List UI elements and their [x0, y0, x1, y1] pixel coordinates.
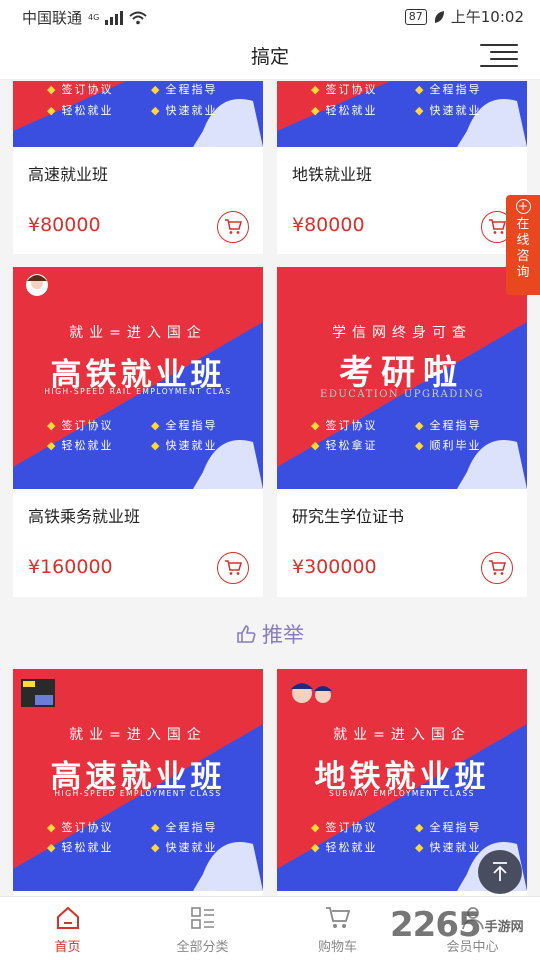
- product-banner: ◆ 签订协议 ◆ 全程指导 ◆ 轻松就业 ◆ 快速就业: [13, 81, 263, 147]
- watermark-logo: 2265 手游网: [390, 905, 524, 945]
- product-banner: 就业=进入国企 高铁就业班 HIGH-SPEED RAIL EMPLOYMENT…: [13, 267, 263, 489]
- thumbs-up-icon: [237, 625, 256, 643]
- arrow-up-icon: [493, 862, 507, 881]
- add-to-cart-button[interactable]: [481, 552, 513, 584]
- product-name[interactable]: 高速就业班: [28, 161, 108, 185]
- cart-icon: [225, 560, 242, 575]
- wifi-icon: [129, 11, 147, 24]
- cart-icon: [489, 219, 506, 234]
- category-icon: [190, 907, 214, 929]
- status-bar: 中国联通 4G 87 上午10:02: [0, 0, 540, 32]
- tab-label: 购物车: [317, 940, 357, 955]
- product-name[interactable]: 高铁乘务就业班: [28, 503, 140, 527]
- product-list[interactable]: ◆ 签订协议 ◆ 全程指导 ◆ 轻松就业 ◆ 快速就业 高速就业班 ¥80000 ◆ 签订…: [0, 81, 540, 896]
- product-name[interactable]: 地铁就业班: [292, 161, 372, 185]
- battery-icon: 87: [404, 8, 427, 25]
- tab-cart[interactable]: 购物车: [270, 897, 405, 960]
- watermark-brand: 2265: [390, 905, 482, 945]
- leaf-icon: [434, 10, 444, 23]
- cart-icon: [489, 560, 506, 575]
- page-title: 搞定: [250, 46, 289, 68]
- product-card[interactable]: ◆ 签订协议 ◆ 全程指导 ◆ 轻松就业 ◆ 快速就业 地铁就业班 ¥80000: [277, 81, 527, 254]
- add-to-cart-button[interactable]: [217, 211, 249, 243]
- product-price: ¥300000: [292, 556, 377, 578]
- clock: 上午10:02: [450, 8, 524, 26]
- product-banner: 就业=进入国企 高速就业班 HIGH-SPEED EMPLOYMENT CLAS…: [13, 669, 263, 891]
- product-price: ¥160000: [28, 556, 113, 578]
- product-banner: ◆ 签订协议 ◆ 全程指导 ◆ 轻松就业 ◆ 快速就业: [277, 81, 527, 147]
- product-card[interactable]: 学信网终身可查 考研啦 EDUCATION UPGRADING ◆ 签订协议 ◆ 全…: [277, 267, 527, 597]
- watermark-site: 手游网: [484, 919, 524, 935]
- cart-icon: [325, 907, 350, 928]
- section-title-label: 推举: [262, 623, 304, 647]
- product-card[interactable]: ◆ 签订协议 ◆ 全程指导 ◆ 轻松就业 ◆ 快速就业 高速就业班 ¥80000: [13, 81, 263, 254]
- online-consult-button[interactable]: + 在线咨询: [506, 195, 540, 295]
- header: 搞定: [0, 32, 540, 80]
- carrier-label: 中国联通: [22, 9, 83, 27]
- back-to-top-button[interactable]: [478, 850, 522, 894]
- consult-label: 在线咨询: [516, 217, 530, 280]
- product-card[interactable]: 就业=进入国企 高铁就业班 HIGH-SPEED RAIL EMPLOYMENT…: [13, 267, 263, 597]
- add-to-cart-button[interactable]: [217, 552, 249, 584]
- recommend-card[interactable]: 就业=进入国企 高速就业班 HIGH-SPEED EMPLOYMENT CLAS…: [13, 669, 263, 896]
- home-icon: [56, 906, 79, 929]
- tab-label: 首页: [54, 940, 81, 955]
- tab-categories[interactable]: 全部分类: [135, 897, 270, 960]
- section-title: 推举: [0, 614, 540, 654]
- product-name[interactable]: 研究生学位证书: [292, 503, 404, 527]
- tab-label: 全部分类: [176, 940, 229, 955]
- signal-icon: [105, 10, 124, 25]
- product-price: ¥80000: [28, 214, 101, 236]
- network-label: 4G: [88, 13, 100, 22]
- plus-icon: +: [515, 199, 531, 214]
- tab-home[interactable]: 首页: [0, 897, 135, 960]
- product-banner: 学信网终身可查 考研啦 EDUCATION UPGRADING ◆ 签订协议 ◆ 全…: [277, 267, 527, 489]
- product-price: ¥80000: [292, 214, 365, 236]
- menu-icon[interactable]: [480, 44, 518, 68]
- cart-icon: [225, 219, 242, 234]
